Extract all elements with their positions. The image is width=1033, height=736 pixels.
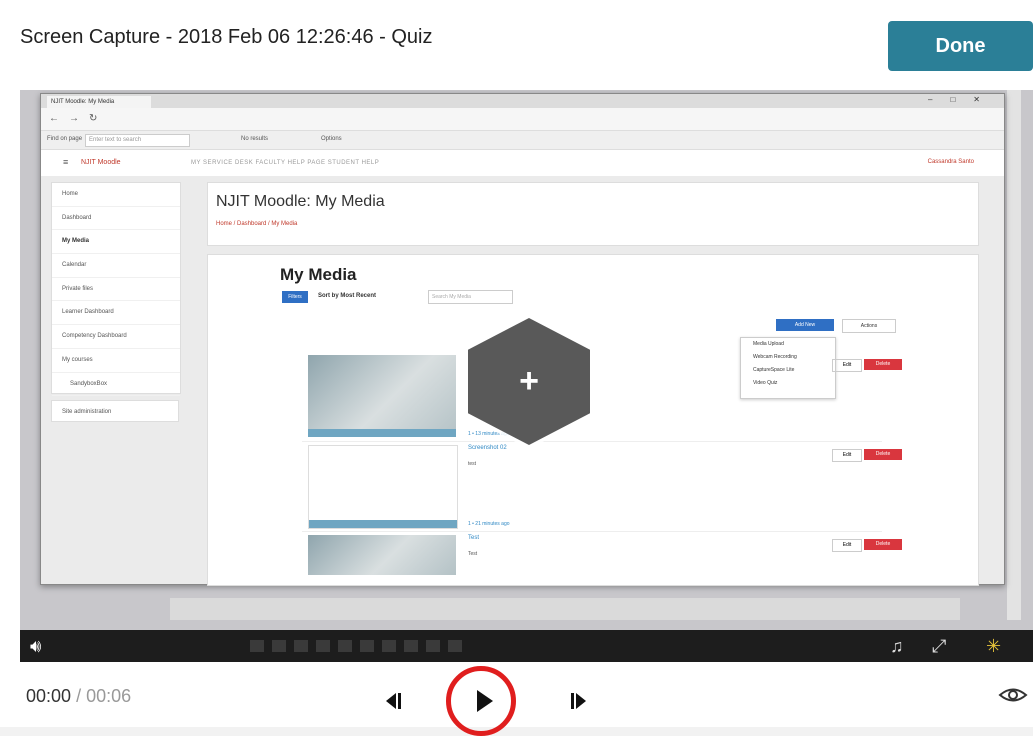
media-meta: 1 • 21 minutes ago (468, 521, 510, 527)
step-back-button[interactable] (376, 683, 416, 717)
time-separator: / (76, 686, 82, 706)
moodle-sidebar: Home Dashboard My Media Calendar Private… (51, 182, 181, 397)
media-entry: Test Test Edit Delete (302, 531, 902, 585)
moodle-links: MY SERVICE DESK FACULTY HELP PAGE STUDEN… (191, 160, 380, 166)
address-field (121, 112, 887, 126)
step-forward-icon (571, 693, 586, 709)
done-button[interactable]: Done (888, 21, 1033, 71)
eye-icon[interactable] (998, 682, 1028, 708)
find-bar: Find on page Enter text to search No res… (41, 131, 1004, 150)
moodle-brand: NJIT Moodle (81, 159, 121, 166)
find-input: Enter text to search (85, 134, 190, 147)
sidebar-item: Private files (52, 278, 180, 302)
sparkle-icon: ✳ (986, 636, 1002, 656)
site-admin-block: Site administration (51, 400, 179, 422)
volume-icon[interactable]: 🔊︎ (30, 636, 41, 657)
video-preview[interactable]: NJIT Moodle: My Media –□✕ ←→↻ Find on pa… (20, 90, 1033, 662)
sidebar-item: Competency Dashboard (52, 325, 180, 349)
add-hotspot-button[interactable]: + (464, 314, 594, 449)
find-options: Options (321, 136, 342, 142)
menu-item: Media Upload (753, 341, 784, 347)
video-scrollbar (1007, 90, 1021, 620)
delete-button: Delete (864, 449, 902, 460)
edit-button: Edit (832, 449, 862, 462)
sidebar-item: Calendar (52, 254, 180, 278)
page-title: Screen Capture - 2018 Feb 06 12:26:46 - … (20, 26, 433, 48)
delete-button: Delete (864, 539, 902, 550)
sort-dropdown: Sort by Most Recent (318, 293, 377, 299)
moodle-navbar: ≡ NJIT Moodle MY SERVICE DESK FACULTY HE… (41, 150, 1004, 177)
edit-button: Edit (832, 539, 862, 552)
step-forward-button[interactable] (562, 683, 602, 717)
current-time: 00:00 (26, 686, 72, 706)
plus-icon: + (519, 362, 539, 400)
sidebar-item: Home (52, 183, 180, 207)
my-media-title: My Media (280, 265, 357, 284)
media-entry: Screenshot 02 test 1 • 21 minutes ago Ed… (302, 441, 902, 532)
filters-button: Filters (282, 291, 308, 303)
capture-window: Screen Capture - 2018 Feb 06 12:26:46 - … (0, 0, 1033, 736)
browser-address-bar: ←→↻ (41, 108, 1004, 131)
sidebar-item: Learner Dashboard (52, 301, 180, 326)
time-display: 00:00 / 00:06 (26, 686, 131, 707)
edit-button: Edit (832, 359, 862, 372)
duration: 00:06 (86, 686, 132, 706)
captured-status-strip (170, 598, 960, 620)
hamburger-icon: ≡ (63, 157, 69, 167)
moodle-page-header: NJIT Moodle: My Media Home / Dashboard /… (207, 182, 979, 246)
media-name: Test (468, 535, 480, 541)
window-controls: –□✕ (928, 95, 998, 104)
play-button[interactable] (461, 683, 501, 717)
actions-button: Actions (842, 319, 896, 333)
media-desc: test (468, 461, 477, 467)
find-label: Find on page (47, 136, 83, 142)
sidebar-item: Dashboard (52, 207, 180, 231)
fullscreen-icon[interactable]: ⤢ (932, 636, 946, 657)
moodle-page-title: NJIT Moodle: My Media (216, 193, 385, 210)
video-control-strip: 🔊︎ ♫ ⤢ ✳ (20, 630, 1033, 662)
step-back-icon (386, 693, 401, 709)
find-results: No results (241, 136, 269, 142)
captured-taskbar-icons (250, 640, 470, 652)
browser-nav-icons: ←→↻ (49, 113, 108, 124)
delete-button: Delete (864, 359, 902, 370)
media-thumbnail (308, 535, 456, 575)
media-desc: Test (468, 551, 478, 557)
sidebar-item: My courses (52, 349, 180, 373)
user-name: Cassandra Santo (927, 159, 974, 165)
media-search-input: Search My Media (428, 290, 513, 304)
sidebar-item: SandyboxBox (52, 373, 180, 397)
add-new-button: Add New (776, 319, 834, 331)
browser-tabbar: NJIT Moodle: My Media –□✕ (41, 94, 1004, 108)
media-thumbnail (308, 445, 458, 529)
browser-tab: NJIT Moodle: My Media (47, 96, 151, 108)
sidebar-item: My Media (52, 230, 180, 255)
media-thumbnail (308, 355, 456, 437)
play-icon (477, 690, 493, 712)
breadcrumb: Home / Dashboard / My Media (216, 221, 298, 227)
music-note-icon[interactable]: ♫ (890, 636, 904, 657)
